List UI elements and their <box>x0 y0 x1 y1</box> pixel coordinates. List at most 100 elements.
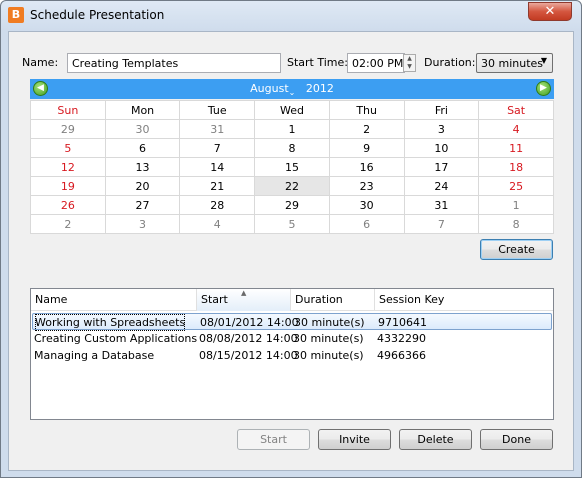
start-time-spinner[interactable]: ▲ ▼ <box>403 54 416 72</box>
calendar-day[interactable]: 24 <box>403 176 480 196</box>
calendar-day[interactable]: 17 <box>403 157 480 177</box>
delete-button[interactable]: Delete <box>399 429 472 450</box>
calendar-day[interactable]: 14 <box>179 157 256 177</box>
calendar-grid: Sun Mon Tue Wed Thu Fri Sat 29 30 31 1 2 3 4 5 6 7 8 9 10 11… <box>30 100 554 234</box>
weekday-header: Sat <box>478 100 554 120</box>
calendar-day[interactable]: 22 <box>254 176 330 196</box>
calendar-day[interactable]: 5 <box>254 214 330 234</box>
prev-month-icon[interactable]: ◀ <box>33 81 48 96</box>
calendar-day[interactable]: 19 <box>30 176 106 196</box>
calendar-day[interactable]: 13 <box>104 157 181 177</box>
app-logo-icon: B <box>8 7 24 23</box>
spin-down-icon[interactable]: ▼ <box>404 63 415 71</box>
session-start-cell: 08/08/2012 14:00 <box>199 332 298 345</box>
calendar-day[interactable]: 28 <box>179 195 256 215</box>
calendar-day[interactable]: 21 <box>179 176 256 196</box>
close-button[interactable]: ✕ <box>528 2 572 21</box>
duration-dropdown[interactable]: 30 minutes ▼ <box>476 53 553 73</box>
weekday-header: Tue <box>179 100 256 120</box>
start-button[interactable]: Start <box>237 429 310 450</box>
next-month-icon[interactable]: ▶ <box>536 81 551 96</box>
sessions-list[interactable]: Name Start ▲ Duration Session Key Workin… <box>30 288 554 420</box>
invite-button[interactable]: Invite <box>318 429 391 450</box>
calendar-day[interactable]: 2 <box>30 214 106 234</box>
done-button[interactable]: Done <box>480 429 553 450</box>
session-row[interactable]: Working with Spreadsheets 08/01/2012 14:0… <box>32 313 552 331</box>
calendar-day[interactable]: 4 <box>179 214 256 234</box>
list-header: Name Start ▲ Duration Session Key <box>31 289 553 311</box>
month-dropdown-icon[interactable]: ⌄ <box>289 88 296 97</box>
calendar-day[interactable]: 9 <box>328 138 405 158</box>
calendar-day[interactable]: 8 <box>478 214 554 234</box>
calendar-day[interactable]: 6 <box>104 138 181 158</box>
duration-value: 30 minutes <box>481 57 544 70</box>
title-bar[interactable]: B Schedule Presentation ✕ <box>1 1 581 31</box>
session-start-cell: 08/15/2012 14:00 <box>199 349 298 362</box>
calendar-day[interactable]: 18 <box>478 157 554 177</box>
calendar-day[interactable]: 6 <box>328 214 405 234</box>
calendar-day[interactable]: 30 <box>104 119 181 139</box>
calendar-day[interactable]: 26 <box>30 195 106 215</box>
calendar-day[interactable]: 31 <box>179 119 256 139</box>
column-header-name[interactable]: Name <box>31 289 197 311</box>
calendar-day[interactable]: 27 <box>104 195 181 215</box>
calendar-day[interactable]: 30 <box>328 195 405 215</box>
session-duration-cell: 30 minute(s) <box>294 316 365 329</box>
calendar-day[interactable]: 29 <box>254 195 330 215</box>
calendar-day[interactable]: 3 <box>104 214 181 234</box>
calendar-day[interactable]: 23 <box>328 176 405 196</box>
start-time-label: Start Time: <box>287 56 348 69</box>
weekday-header: Wed <box>254 100 330 120</box>
weekday-header: Sun <box>30 100 106 120</box>
calendar-day[interactable]: 5 <box>30 138 106 158</box>
calendar-day[interactable]: 25 <box>478 176 554 196</box>
session-duration-cell: 30 minute(s) <box>293 349 364 362</box>
calendar-day[interactable]: 1 <box>254 119 330 139</box>
chevron-down-icon: ▼ <box>540 56 547 65</box>
calendar-day[interactable]: 10 <box>403 138 480 158</box>
calendar-day[interactable]: 15 <box>254 157 330 177</box>
calendar-day[interactable]: 31 <box>403 195 480 215</box>
start-time-input[interactable]: 02:00 PM <box>347 53 405 73</box>
session-session-key-cell: 4966366 <box>377 349 426 362</box>
session-name-cell: Creating Custom Applications <box>34 332 198 345</box>
calendar-day[interactable]: 4 <box>478 119 554 139</box>
session-session-key-cell: 9710641 <box>378 316 427 329</box>
weekday-header: Fri <box>403 100 480 120</box>
calendar-day[interactable]: 3 <box>403 119 480 139</box>
calendar-day[interactable]: 20 <box>104 176 181 196</box>
name-input[interactable]: Creating Templates <box>67 53 281 73</box>
duration-label: Duration: <box>424 56 476 69</box>
session-duration-cell: 30 minute(s) <box>293 332 364 345</box>
calendar-day[interactable]: 2 <box>328 119 405 139</box>
calendar-day[interactable]: 29 <box>30 119 106 139</box>
calendar-day[interactable]: 11 <box>478 138 554 158</box>
calendar-day[interactable]: 7 <box>403 214 480 234</box>
session-name-cell: Managing a Database <box>34 349 155 362</box>
column-header-start[interactable]: Start ▲ <box>197 289 291 311</box>
calendar-month[interactable]: August <box>250 82 289 95</box>
create-button[interactable]: Create <box>480 239 553 260</box>
calendar-day[interactable]: 7 <box>179 138 256 158</box>
weekday-header: Mon <box>104 100 181 120</box>
calendar-year[interactable]: 2012 <box>306 82 334 95</box>
weekday-header: Thu <box>328 100 405 120</box>
column-header-start-label: Start <box>201 293 228 306</box>
session-session-key-cell: 4332290 <box>377 332 426 345</box>
calendar-header: ◀ August⌄ 2012 ▶ <box>30 79 554 99</box>
session-row[interactable]: Creating Custom Applications 08/08/2012 1… <box>32 330 552 347</box>
sort-ascending-icon: ▲ <box>241 289 247 297</box>
calendar-day[interactable]: 8 <box>254 138 330 158</box>
column-header-duration[interactable]: Duration <box>291 289 375 311</box>
session-start-cell: 08/01/2012 14:00 <box>200 316 299 329</box>
dialog-body: Name: Creating Templates Start Time: 02:… <box>8 31 574 471</box>
calendar-day[interactable]: 1 <box>478 195 554 215</box>
column-header-session-key[interactable]: Session Key <box>375 289 553 311</box>
schedule-presentation-window: B Schedule Presentation ✕ Name: Creating… <box>0 0 582 478</box>
session-name-cell: Working with Spreadsheets <box>35 314 186 331</box>
spin-up-icon[interactable]: ▲ <box>404 55 415 63</box>
name-label: Name: <box>22 56 59 69</box>
session-row[interactable]: Managing a Database 08/15/2012 14:00 30 mi… <box>32 347 552 364</box>
calendar-day[interactable]: 12 <box>30 157 106 177</box>
calendar-day[interactable]: 16 <box>328 157 405 177</box>
